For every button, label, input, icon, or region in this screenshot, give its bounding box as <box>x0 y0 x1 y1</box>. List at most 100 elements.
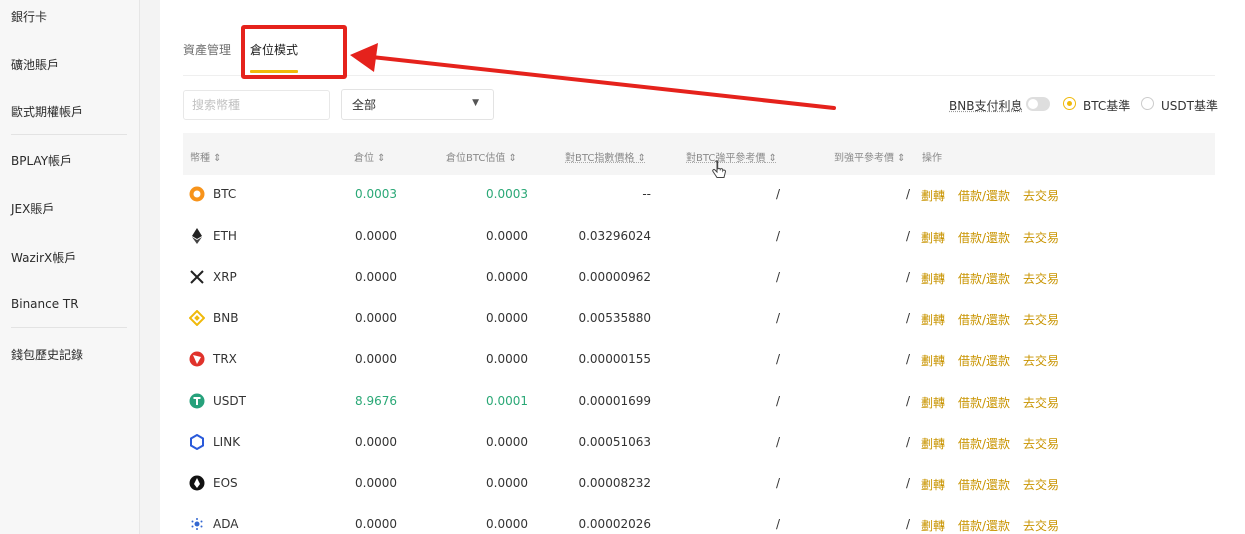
position-value: 0.0000 <box>355 476 397 490</box>
coin-name: TRX <box>213 352 237 366</box>
btc-value: 0.0000 <box>486 517 528 531</box>
trx-icon <box>189 351 205 367</box>
trade-link[interactable]: 去交易 <box>1023 187 1059 204</box>
search-coin-input[interactable] <box>183 90 330 120</box>
bnb-interest-toggle[interactable] <box>1026 97 1050 111</box>
btc-value: 0.0000 <box>486 352 528 366</box>
sidebar-item-wallet-history[interactable]: 錢包歷史記錄 <box>11 346 83 363</box>
radio-usdt-basis-label[interactable]: USDT基準 <box>1161 97 1218 114</box>
btc-index-price: 0.00000155 <box>578 352 651 366</box>
header-coin[interactable]: 幣種 ⇕ <box>190 149 222 164</box>
trade-link[interactable]: 去交易 <box>1023 311 1059 328</box>
transfer-link[interactable]: 劃轉 <box>921 311 945 328</box>
borrow-repay-link[interactable]: 借款/還款 <box>958 476 1010 493</box>
usdt-icon <box>189 393 205 409</box>
coin-name: ETH <box>213 229 237 243</box>
trade-link[interactable]: 去交易 <box>1023 270 1059 287</box>
btc-index-price: 0.00002026 <box>578 517 651 531</box>
header-position[interactable]: 倉位 ⇕ <box>354 149 386 164</box>
trade-link[interactable]: 去交易 <box>1023 476 1059 493</box>
bnb-interest-label: BNB支付利息 <box>949 99 1023 113</box>
position-value: 0.0000 <box>355 352 397 366</box>
to-liq-ref-price: / <box>906 394 911 408</box>
transfer-link[interactable]: 劃轉 <box>921 517 945 534</box>
btc-icon <box>189 186 205 202</box>
liq-ref-price: / <box>776 476 781 490</box>
position-value: 0.0003 <box>355 187 397 201</box>
to-liq-ref-price: / <box>906 187 911 201</box>
to-liq-ref-price: / <box>906 229 911 243</box>
transfer-link[interactable]: 劃轉 <box>921 352 945 369</box>
btc-index-price: 0.00000962 <box>578 270 651 284</box>
coin-name: LINK <box>213 435 241 449</box>
header-to-liq-ref-price[interactable]: 到強平參考價 ⇕ <box>834 149 906 164</box>
ada-icon <box>189 516 205 532</box>
main-panel <box>160 0 1245 534</box>
sidebar-item-bank-card[interactable]: 銀行卡 <box>11 8 47 25</box>
radio-usdt-basis[interactable] <box>1141 97 1154 110</box>
borrow-repay-link[interactable]: 借款/還款 <box>958 517 1010 534</box>
borrow-repay-link[interactable]: 借款/還款 <box>958 352 1010 369</box>
trade-link[interactable]: 去交易 <box>1023 352 1059 369</box>
position-value: 0.0000 <box>355 311 397 325</box>
btc-index-price: 0.00001699 <box>578 394 651 408</box>
btc-index-price: -- <box>642 187 651 201</box>
transfer-link[interactable]: 劃轉 <box>921 270 945 287</box>
position-value: 8.9676 <box>355 394 397 408</box>
transfer-link[interactable]: 劃轉 <box>921 435 945 452</box>
liq-ref-price: / <box>776 435 781 449</box>
coin-filter-select[interactable]: 全部 ▼ <box>341 89 494 120</box>
transfer-link[interactable]: 劃轉 <box>921 229 945 246</box>
sidebar-item-bplay-account[interactable]: BPLAY帳戶 <box>11 152 72 169</box>
liq-ref-price: / <box>776 352 781 366</box>
caret-down-icon: ▼ <box>472 98 479 108</box>
header-btc-liq-ref-price[interactable]: 對BTC強平參考價 ⇕ <box>686 149 777 164</box>
coin-name: BNB <box>213 311 239 325</box>
coin-name: BTC <box>213 187 237 201</box>
liq-ref-price: / <box>776 270 781 284</box>
btc-value: 0.0000 <box>486 435 528 449</box>
eos-icon <box>189 475 205 491</box>
borrow-repay-link[interactable]: 借款/還款 <box>958 435 1010 452</box>
sidebar-item-options-account[interactable]: 歐式期權帳戶 <box>11 103 83 120</box>
btc-value: 0.0001 <box>486 394 528 408</box>
coin-name: USDT <box>213 394 246 408</box>
radio-btc-basis[interactable] <box>1063 97 1076 110</box>
sidebar-item-wazirx-account[interactable]: WazirX帳戶 <box>11 249 76 266</box>
borrow-repay-link[interactable]: 借款/還款 <box>958 311 1010 328</box>
borrow-repay-link[interactable]: 借款/還款 <box>958 270 1010 287</box>
link-icon <box>189 433 205 451</box>
coin-name: XRP <box>213 270 237 284</box>
liq-ref-price: / <box>776 187 781 201</box>
sidebar-item-jex-account[interactable]: JEX賬戶 <box>11 200 54 217</box>
borrow-repay-link[interactable]: 借款/還款 <box>958 229 1010 246</box>
transfer-link[interactable]: 劃轉 <box>921 476 945 493</box>
tab-asset-management[interactable]: 資產管理 <box>183 41 231 58</box>
position-value: 0.0000 <box>355 517 397 531</box>
liq-ref-price: / <box>776 311 781 325</box>
xrp-icon <box>189 269 205 285</box>
borrow-repay-link[interactable]: 借款/還款 <box>958 394 1010 411</box>
transfer-link[interactable]: 劃轉 <box>921 187 945 204</box>
trade-link[interactable]: 去交易 <box>1023 517 1059 534</box>
btc-value: 0.0000 <box>486 476 528 490</box>
coin-name: ADA <box>213 517 239 531</box>
to-liq-ref-price: / <box>906 352 911 366</box>
trade-link[interactable]: 去交易 <box>1023 435 1059 452</box>
sidebar-item-binance-tr[interactable]: Binance TR <box>11 297 79 311</box>
sidebar-item-pool-account[interactable]: 礦池賬戶 <box>11 56 59 73</box>
btc-value: 0.0003 <box>486 187 528 201</box>
header-btc-value[interactable]: 倉位BTC估值 ⇕ <box>446 149 517 164</box>
trade-link[interactable]: 去交易 <box>1023 229 1059 246</box>
select-value: 全部 <box>352 98 377 112</box>
liq-ref-price: / <box>776 517 781 531</box>
sidebar-divider <box>11 327 127 328</box>
header-btc-index-price[interactable]: 對BTC指數價格 ⇕ <box>565 149 646 164</box>
transfer-link[interactable]: 劃轉 <box>921 394 945 411</box>
annotation-highlight-box <box>241 25 347 79</box>
btc-value: 0.0000 <box>486 229 528 243</box>
borrow-repay-link[interactable]: 借款/還款 <box>958 187 1010 204</box>
to-liq-ref-price: / <box>906 517 911 531</box>
trade-link[interactable]: 去交易 <box>1023 394 1059 411</box>
radio-btc-basis-label[interactable]: BTC基準 <box>1083 97 1130 114</box>
